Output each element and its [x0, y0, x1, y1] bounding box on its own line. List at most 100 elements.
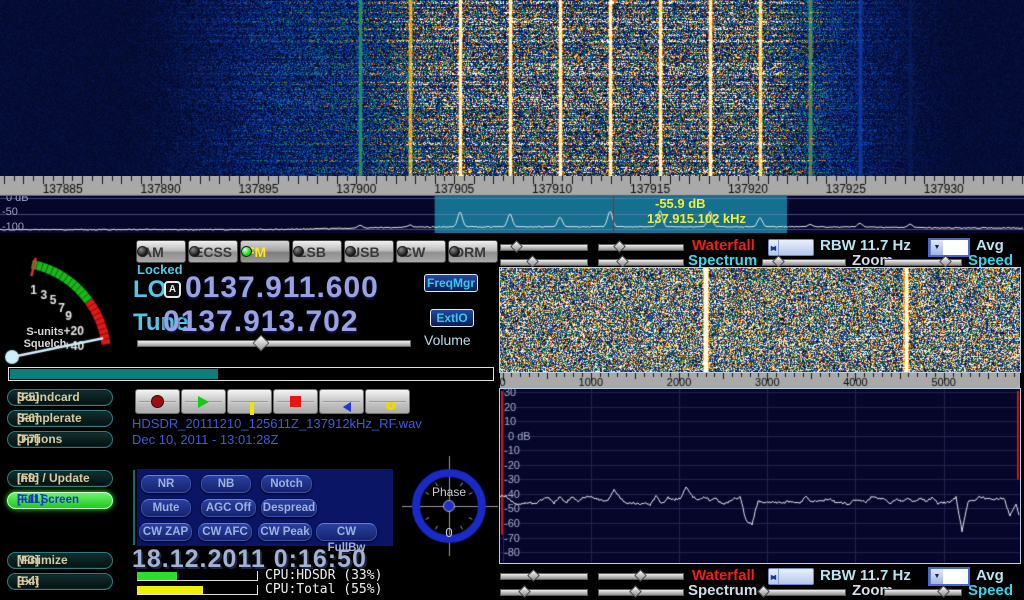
mode-button-usb[interactable]: USB: [344, 240, 394, 263]
rbw-spinner-2[interactable]: ◄►: [768, 568, 814, 585]
despread-button[interactable]: Despread: [261, 499, 317, 517]
speed-slider[interactable]: [884, 257, 962, 266]
db-label-50: -50: [2, 207, 18, 218]
recording-filename: HDSDR_20111210_125611Z_137912kHz_RF.wav: [132, 417, 422, 431]
nr-button[interactable]: NR: [141, 475, 191, 493]
cpu-hdsdr-label: CPU:HDSDR (33%): [265, 569, 382, 583]
cpu-total-fill: [137, 586, 203, 594]
soundcard-button[interactable]: Soundcard[F5]: [7, 389, 113, 406]
cursor-frequency-readout: 137.915.102 kHz: [647, 212, 746, 226]
volume-slider[interactable]: [137, 338, 411, 348]
zoom-slider-2[interactable]: [762, 587, 846, 596]
hdsdr-window: 0 dB -50 -100 -55.9 dB 137.915.102 kHz S…: [0, 0, 1024, 600]
record-button[interactable]: [135, 389, 180, 414]
cw-zap-button[interactable]: CW ZAP: [139, 523, 192, 541]
squelch-label: Squelch: [10, 338, 80, 350]
options-button[interactable]: Options[F7]: [7, 431, 113, 448]
mode-button-lsb[interactable]: LSB: [292, 240, 342, 263]
volume-slider-thumb[interactable]: [253, 335, 270, 352]
mode-button-am[interactable]: AM: [136, 240, 186, 263]
signal-level-readout: -55.9 dB: [655, 197, 706, 211]
rewind-button[interactable]: [319, 389, 364, 414]
exit-button[interactable]: Exit[F4]: [7, 573, 113, 590]
tune-frequency-display[interactable]: 0137.913.702: [163, 306, 359, 338]
spectrum-contrast-slider-2[interactable]: [500, 587, 588, 596]
avg-dropdown-2[interactable]: 1▼: [928, 567, 970, 586]
main-spectrum-strip[interactable]: 0 dB -50 -100 -55.9 dB 137.915.102 kHz: [0, 196, 1024, 233]
phase-label: Phase: [409, 485, 489, 499]
stop-icon: [290, 396, 301, 407]
mode-button-fm[interactable]: FM: [240, 240, 290, 263]
mode-led-icon: [345, 246, 356, 257]
main-spectrum-canvas[interactable]: [0, 196, 1024, 233]
cw-fullbw-button[interactable]: CW FullBw: [316, 523, 377, 541]
avg-dropdown[interactable]: 1▼: [928, 238, 970, 257]
spectrum-brightness-slider[interactable]: [598, 257, 684, 266]
auto-lo-badge[interactable]: A: [164, 281, 181, 298]
lo-frequency-display[interactable]: 0137.911.600: [185, 272, 379, 304]
locked-label: Locked: [137, 262, 183, 277]
info-update-button[interactable]: Info / Update[F9]: [7, 470, 113, 487]
nb-button[interactable]: NB: [201, 475, 251, 493]
lo-label: LO: [133, 276, 166, 304]
waterfall-contrast-slider[interactable]: [500, 242, 588, 251]
mute-button[interactable]: Mute: [141, 499, 191, 517]
waterfall-brightness-slider-2[interactable]: [598, 571, 684, 580]
samplerate-button[interactable]: Samplerate[F6]: [7, 410, 113, 427]
freqmgr-button[interactable]: FreqMgr: [424, 274, 478, 292]
mode-button-drm[interactable]: DRM: [448, 240, 498, 263]
phase-dial: [402, 448, 498, 560]
s-units-label: S-units: [14, 326, 76, 338]
af-spectrum-display[interactable]: [500, 389, 1020, 563]
loop-button[interactable]: [365, 389, 410, 414]
mode-button-ecss[interactable]: ECSS: [188, 240, 238, 263]
dropdown-arrow-icon: ▼: [930, 240, 943, 255]
cpu-hdsdr-fill: [137, 572, 177, 580]
agc-button[interactable]: AGC Off: [201, 499, 256, 517]
stop-button[interactable]: [273, 389, 318, 414]
af-waterfall-display[interactable]: [500, 268, 1020, 372]
spin-right-icon: ►: [769, 240, 778, 256]
dropdown-arrow-icon: ▼: [930, 569, 943, 584]
recording-filedate: Dec 10, 2011 - 13:01:28Z: [132, 433, 278, 447]
mode-led-icon: [449, 246, 460, 257]
audio-level-meter: [8, 367, 494, 381]
audio-level-fill: [10, 369, 218, 379]
cpu-total-bar: [137, 585, 258, 595]
cw-peak-button[interactable]: CW Peak: [258, 523, 312, 541]
zoom-slider[interactable]: [762, 257, 846, 266]
af-waterfall-frame: [499, 267, 1021, 373]
cw-afc-button[interactable]: CW AFC: [198, 523, 252, 541]
main-frequency-ruler[interactable]: [0, 176, 1024, 196]
main-waterfall-display[interactable]: [0, 0, 1024, 176]
spectrum-label-2: Spectrum: [688, 583, 757, 599]
mode-led-icon: [137, 246, 148, 257]
mode-led-icon: [397, 246, 408, 257]
af-spectrum-frame: [499, 388, 1021, 564]
mode-led-icon: [189, 246, 200, 257]
rbw-spinner[interactable]: ◄►: [768, 239, 814, 256]
spectrum-brightness-slider-2[interactable]: [598, 587, 684, 596]
af-frequency-ruler[interactable]: [500, 373, 1020, 388]
cpu-total-label: CPU:Total (55%): [265, 583, 382, 597]
spin-right-icon: ►: [769, 569, 778, 585]
mode-led-icon: [293, 246, 304, 257]
mode-led-icon: [241, 246, 252, 257]
phase-zero-label: 0: [409, 525, 489, 540]
waterfall-contrast-slider-2[interactable]: [500, 571, 588, 580]
speed-slider-2[interactable]: [884, 587, 962, 596]
extio-button[interactable]: ExtIO: [430, 309, 474, 327]
waterfall-brightness-slider[interactable]: [598, 242, 684, 251]
play-button[interactable]: [181, 389, 226, 414]
pause-button[interactable]: [227, 389, 272, 414]
fullscreen-button[interactable]: Full Screen[F11]: [7, 492, 113, 509]
volume-label: Volume: [424, 332, 471, 348]
speed-label-2: Speed: [968, 583, 1013, 599]
record-icon: [151, 395, 164, 408]
minimize-button[interactable]: Minimize[F3]: [7, 552, 113, 569]
cpu-hdsdr-bar: [137, 571, 258, 581]
spectrum-contrast-slider[interactable]: [500, 257, 588, 266]
mode-button-cw[interactable]: CW: [396, 240, 446, 263]
notch-button[interactable]: Notch: [261, 475, 312, 493]
db-label-100: -100: [2, 222, 24, 233]
